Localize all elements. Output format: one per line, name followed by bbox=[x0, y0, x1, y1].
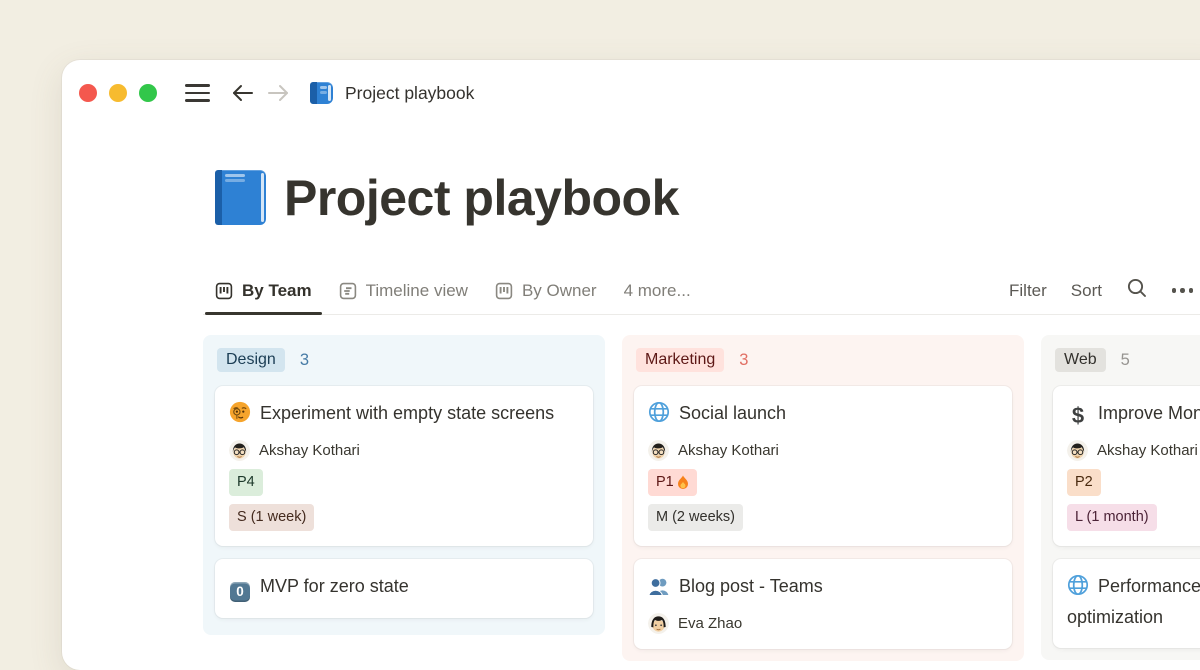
card-performance-optimization[interactable]: Performance optimization bbox=[1053, 559, 1200, 648]
size-tag: S (1 week) bbox=[229, 504, 314, 531]
card-blog-post-teams[interactable]: Blog post - Teams Eva Zhao bbox=[634, 559, 1012, 649]
zoom-window-button[interactable] bbox=[139, 84, 157, 102]
card-improve-monetization[interactable]: $Improve Monetization Akshay Kothari P2 … bbox=[1053, 386, 1200, 546]
globe-icon bbox=[1067, 574, 1089, 596]
tab-by-owner[interactable]: By Owner bbox=[483, 267, 609, 314]
search-button[interactable] bbox=[1126, 277, 1148, 304]
card-mvp-zero-state[interactable]: 0MVP for zero state bbox=[215, 559, 593, 618]
tag-row: L (1 month) bbox=[1067, 504, 1200, 531]
column-web: Web 5 $Improve Monetization Akshay Kotha… bbox=[1041, 335, 1200, 660]
card-title: 0MVP for zero state bbox=[229, 571, 579, 603]
filter-button[interactable]: Filter bbox=[1009, 281, 1047, 301]
card-title: Performance optimization bbox=[1067, 571, 1200, 633]
page-title[interactable]: Project playbook bbox=[284, 173, 679, 223]
minimize-window-button[interactable] bbox=[109, 84, 127, 102]
tag-row: P4 bbox=[229, 469, 579, 496]
card-social-launch[interactable]: Social launch Akshay Kothari P1 M (2 wee… bbox=[634, 386, 1012, 546]
column-count: 3 bbox=[739, 351, 748, 370]
blue-book-icon[interactable] bbox=[215, 170, 266, 225]
owner-name: Akshay Kothari bbox=[678, 442, 779, 459]
column-marketing: Marketing 3 Social launch Akshay Kothari… bbox=[622, 335, 1024, 661]
sidebar-menu-button[interactable] bbox=[185, 84, 210, 102]
card-owner: Akshay Kothari bbox=[1067, 440, 1200, 461]
more-options-button[interactable] bbox=[1172, 288, 1194, 293]
tab-label: 4 more... bbox=[624, 281, 691, 301]
tab-label: By Team bbox=[242, 281, 312, 301]
size-tag: M (2 weeks) bbox=[648, 504, 743, 531]
kanban-board: Design 3 Experiment with empty state scr… bbox=[203, 335, 1200, 661]
avatar bbox=[1067, 440, 1088, 461]
column-design: Design 3 Experiment with empty state scr… bbox=[203, 335, 605, 635]
column-header: Design 3 bbox=[215, 347, 593, 373]
view-controls: Filter Sort bbox=[1009, 267, 1193, 314]
avatar bbox=[648, 440, 669, 461]
blue-book-icon bbox=[310, 82, 333, 104]
arrow-right-icon bbox=[266, 82, 291, 104]
card-owner: Akshay Kothari bbox=[648, 440, 998, 461]
card-experiment-empty-states[interactable]: Experiment with empty state screens Aksh… bbox=[215, 386, 593, 546]
tab-label: By Owner bbox=[522, 281, 597, 301]
tab-timeline-view[interactable]: Timeline view bbox=[327, 267, 480, 314]
timeline-view-icon bbox=[339, 282, 357, 300]
column-name-chip[interactable]: Marketing bbox=[636, 348, 724, 372]
keycap-zero-icon: 0 bbox=[229, 581, 251, 603]
globe-icon bbox=[648, 401, 670, 423]
card-title: $Improve Monetization bbox=[1067, 398, 1200, 429]
avatar bbox=[648, 613, 669, 634]
window-topbar: Project playbook bbox=[62, 60, 1200, 106]
view-tabs-bar: By Team Timeline view By Owner 4 more...… bbox=[203, 267, 1200, 315]
topbar-page-title: Project playbook bbox=[345, 83, 474, 104]
tab-by-team[interactable]: By Team bbox=[203, 267, 324, 314]
card-title: Experiment with empty state screens bbox=[229, 398, 579, 429]
board-view-icon bbox=[495, 282, 513, 300]
column-name-chip[interactable]: Design bbox=[217, 348, 285, 372]
owner-name: Akshay Kothari bbox=[259, 442, 360, 459]
tag-row: P1 bbox=[648, 469, 998, 496]
monocle-face-icon bbox=[229, 401, 251, 423]
card-title: Social launch bbox=[648, 398, 998, 429]
dollar-icon: $ bbox=[1067, 405, 1089, 427]
priority-tag: P1 bbox=[648, 469, 697, 496]
avatar bbox=[229, 440, 250, 461]
fire-icon bbox=[677, 475, 689, 490]
size-tag: L (1 month) bbox=[1067, 504, 1157, 531]
page-header: Project playbook bbox=[215, 170, 1200, 225]
column-header: Web 5 bbox=[1053, 347, 1200, 373]
card-list: $Improve Monetization Akshay Kothari P2 … bbox=[1053, 386, 1200, 648]
card-title: Blog post - Teams bbox=[648, 571, 998, 602]
back-button[interactable] bbox=[230, 82, 255, 104]
column-count: 3 bbox=[300, 351, 309, 370]
close-window-button[interactable] bbox=[79, 84, 97, 102]
column-header: Marketing 3 bbox=[634, 347, 1012, 373]
priority-tag: P4 bbox=[229, 469, 263, 496]
card-owner: Akshay Kothari bbox=[229, 440, 579, 461]
tag-row: M (2 weeks) bbox=[648, 504, 998, 531]
column-name-chip[interactable]: Web bbox=[1055, 348, 1106, 372]
tab-label: Timeline view bbox=[366, 281, 468, 301]
search-icon bbox=[1126, 277, 1148, 299]
priority-tag: P2 bbox=[1067, 469, 1101, 496]
arrow-left-icon bbox=[230, 82, 255, 104]
forward-button[interactable] bbox=[266, 82, 291, 104]
tab-more-views[interactable]: 4 more... bbox=[612, 267, 703, 314]
tag-row: S (1 week) bbox=[229, 504, 579, 531]
board-view-icon bbox=[215, 282, 233, 300]
card-list: Social launch Akshay Kothari P1 M (2 wee… bbox=[634, 386, 1012, 649]
card-list: Experiment with empty state screens Aksh… bbox=[215, 386, 593, 618]
owner-name: Eva Zhao bbox=[678, 615, 742, 632]
tag-row: P2 bbox=[1067, 469, 1200, 496]
owner-name: Akshay Kothari bbox=[1097, 442, 1198, 459]
column-count: 5 bbox=[1121, 351, 1130, 370]
busts-icon bbox=[648, 575, 670, 597]
sort-button[interactable]: Sort bbox=[1071, 281, 1102, 301]
card-owner: Eva Zhao bbox=[648, 613, 998, 634]
app-window: Project playbook Project playbook By Tea… bbox=[62, 60, 1200, 670]
